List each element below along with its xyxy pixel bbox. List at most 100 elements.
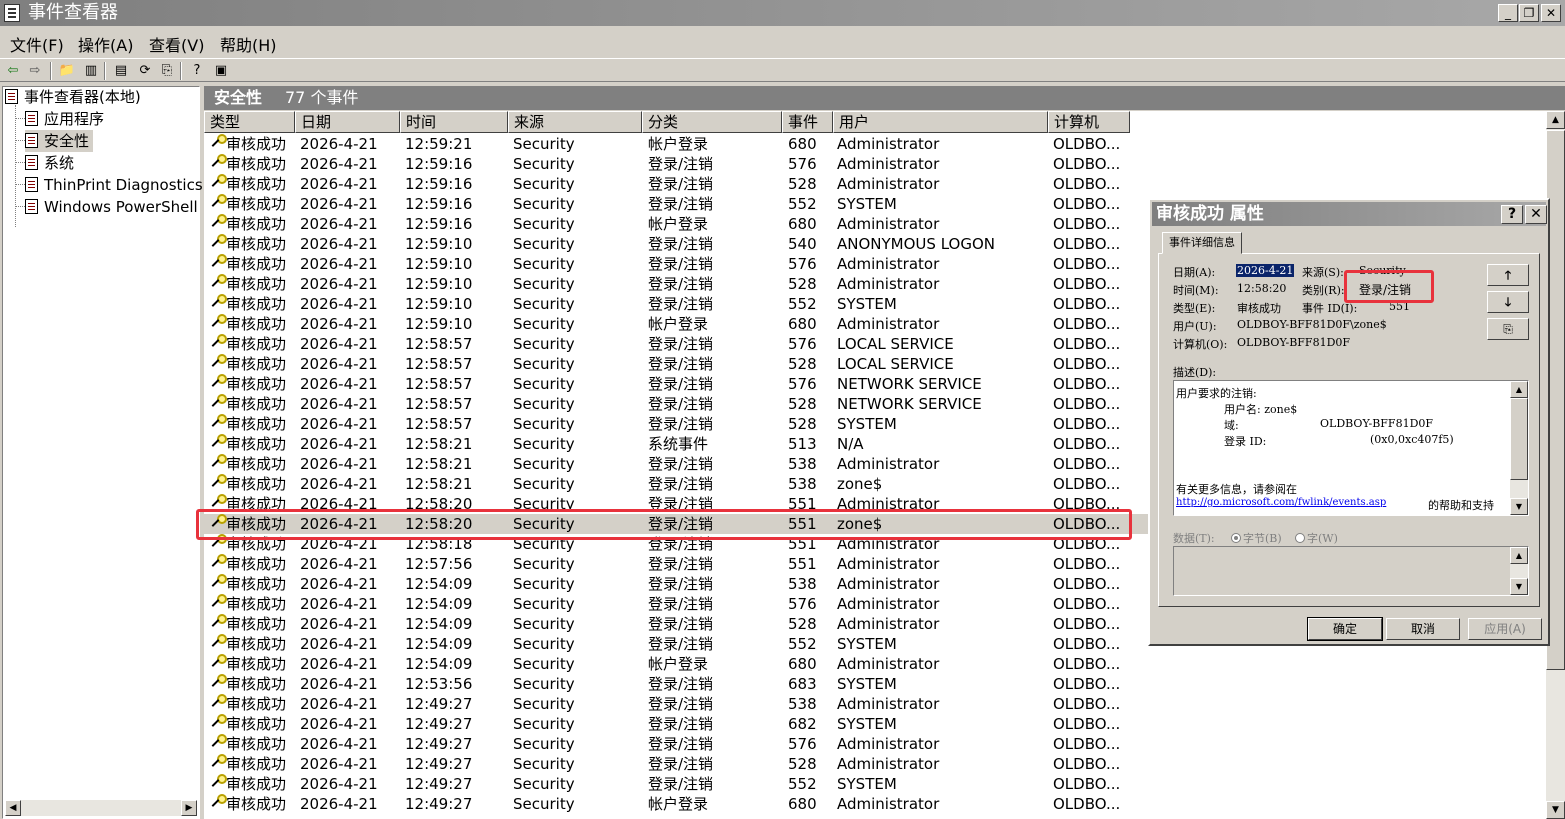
event-row[interactable]: 审核成功 2026-4-21 12:49:27 Security 登录/注销 538 Adm… — [204, 694, 1546, 714]
previous-event-button[interactable]: 🡑 — [1487, 264, 1529, 286]
event-row[interactable]: 审核成功 2026-4-21 12:59:21 Security 帐户登录 680 Admi… — [204, 134, 1546, 154]
scroll-thumb[interactable] — [1510, 398, 1528, 480]
scroll-down-icon[interactable]: ▼ — [1546, 801, 1565, 819]
restore-button[interactable]: ❐ — [1519, 4, 1539, 22]
cell-date: 2026-4-21 — [300, 475, 378, 493]
refresh-icon[interactable]: ⟳ — [136, 62, 154, 80]
cell-computer: OLDBO... — [1053, 535, 1121, 553]
audit-success-key-icon — [210, 414, 227, 428]
scroll-up-icon[interactable]: ▲ — [1510, 381, 1528, 398]
source-value[interactable]: Security — [1359, 264, 1406, 277]
data-box[interactable]: ▲ ▼ — [1173, 546, 1529, 596]
cell-source: Security — [513, 655, 575, 673]
ok-button[interactable]: 确定 — [1307, 617, 1383, 641]
cell-date: 2026-4-21 — [300, 195, 378, 213]
menu-view[interactable]: 查看(V) — [149, 32, 204, 56]
next-event-button[interactable]: 🡓 — [1487, 291, 1529, 313]
cell-time: 12:58:57 — [405, 355, 473, 373]
dialog-close-button[interactable]: ✕ — [1525, 205, 1547, 224]
column-header-computer[interactable]: 计算机 — [1048, 111, 1130, 133]
column-header-time[interactable]: 时间 — [400, 111, 508, 133]
tree-item-thinprint[interactable]: ThinPrint Diagnostics — [25, 174, 203, 196]
tree-horizontal-scrollbar[interactable]: ◀ ▶ — [5, 800, 197, 816]
close-button[interactable]: ✕ — [1541, 4, 1561, 22]
user-value[interactable]: OLDBOY-BFF81D0F\zone$ — [1237, 318, 1387, 331]
pane-header: 安全性 77 个事件 — [204, 86, 1565, 110]
help-icon[interactable]: ? — [188, 62, 206, 80]
console-icon[interactable]: ▣ — [212, 62, 230, 80]
computer-value[interactable]: OLDBOY-BFF81D0F — [1237, 336, 1350, 349]
menu-help[interactable]: 帮助(H) — [220, 32, 277, 56]
cell-type: 审核成功 — [226, 575, 287, 593]
column-header-user[interactable]: 用户 — [833, 111, 1048, 133]
minimize-button[interactable]: _ — [1498, 4, 1518, 22]
cell-date: 2026-4-21 — [300, 615, 378, 633]
cell-computer: OLDBO... — [1053, 555, 1121, 573]
scroll-left-icon[interactable]: ◀ — [5, 800, 21, 816]
event-row[interactable]: 审核成功 2026-4-21 12:59:16 Security 登录/注销 576 Adm… — [204, 154, 1546, 174]
type-value[interactable]: 审核成功 — [1237, 300, 1281, 316]
properties-icon[interactable]: ▤ — [112, 62, 130, 80]
column-header-source[interactable]: 来源 — [508, 111, 642, 133]
tree-item-application[interactable]: 应用程序 — [25, 108, 104, 130]
description-scrollbar[interactable]: ▲ ▼ — [1510, 381, 1528, 515]
tree-item-powershell[interactable]: Windows PowerShell — [25, 196, 198, 218]
copy-event-button[interactable]: ⎘ — [1487, 318, 1529, 340]
cell-user: Administrator — [837, 175, 940, 193]
cell-source: Security — [513, 315, 575, 333]
apply-button[interactable]: 应用(A) — [1468, 618, 1542, 640]
help-link[interactable]: http://go.microsoft.com/fwlink/events.as… — [1176, 497, 1386, 508]
cell-computer: OLDBO... — [1053, 615, 1121, 633]
forward-arrow-icon[interactable]: ⇨ — [26, 62, 44, 80]
event-row[interactable]: 审核成功 2026-4-21 12:49:27 Security 登录/注销 552 SYS… — [204, 774, 1546, 794]
show-hide-tree-icon[interactable]: ▥ — [82, 62, 100, 80]
tab-event-details[interactable]: 事件详细信息 — [1162, 232, 1242, 254]
column-header-category[interactable]: 分类 — [642, 111, 782, 133]
event-row[interactable]: 审核成功 2026-4-21 12:49:27 Security 帐户登录 680 Admi… — [204, 794, 1546, 814]
tree-root[interactable]: 事件查看器(本地) — [5, 86, 141, 108]
cell-event-id: 680 — [788, 135, 817, 153]
cell-date: 2026-4-21 — [300, 555, 378, 573]
cell-computer: OLDBO... — [1053, 595, 1121, 613]
event-row[interactable]: 审核成功 2026-4-21 12:49:27 Security 登录/注销 528 Adm… — [204, 754, 1546, 774]
description-box[interactable]: 用户要求的注销: 用户名: zone$ 域: OLDBOY-BFF81D0F 登… — [1173, 380, 1529, 516]
cell-event-id: 680 — [788, 215, 817, 233]
dialog-help-button[interactable]: ? — [1501, 205, 1523, 224]
cell-user: Administrator — [837, 615, 940, 633]
date-value[interactable]: 2026-4-21 — [1236, 264, 1295, 277]
scroll-down-icon[interactable]: ▼ — [1510, 498, 1528, 515]
menu-action[interactable]: 操作(A) — [78, 32, 133, 56]
cell-user: SYSTEM — [837, 195, 897, 213]
cell-time: 12:49:27 — [405, 715, 473, 733]
scroll-up-icon[interactable]: ▲ — [1510, 547, 1528, 564]
export-list-icon[interactable]: ⎘ — [158, 62, 176, 80]
cancel-button[interactable]: 取消 — [1386, 618, 1460, 640]
tree-item-system[interactable]: 系统 — [25, 152, 74, 174]
scroll-up-icon[interactable]: ▲ — [1546, 111, 1565, 129]
menu-file[interactable]: 文件(F) — [10, 32, 64, 56]
column-header-event[interactable]: 事件 — [782, 111, 833, 133]
time-value[interactable]: 12:58:20 — [1237, 282, 1286, 295]
data-scrollbar[interactable]: ▲ ▼ — [1510, 547, 1528, 595]
up-folder-icon[interactable]: 📁 — [58, 62, 76, 80]
computer-icon — [5, 89, 18, 104]
event-id-value[interactable]: 551 — [1389, 300, 1410, 313]
event-row[interactable]: 审核成功 2026-4-21 12:59:16 Security 登录/注销 528 Adm… — [204, 174, 1546, 194]
event-row[interactable]: 审核成功 2026-4-21 12:49:27 Security 登录/注销 682 SYS… — [204, 714, 1546, 734]
words-radio[interactable]: 字(W) — [1295, 530, 1338, 546]
tree-item-security[interactable]: 安全性 — [25, 130, 94, 152]
column-header-date[interactable]: 日期 — [295, 111, 400, 133]
back-arrow-icon[interactable]: ⇦ — [4, 62, 22, 80]
category-value[interactable]: 登录/注销 — [1359, 281, 1412, 298]
event-row[interactable]: 审核成功 2026-4-21 12:54:09 Security 帐户登录 680 Admi… — [204, 654, 1546, 674]
bytes-radio[interactable]: 字节(B) — [1231, 530, 1282, 546]
cell-time: 12:58:57 — [405, 375, 473, 393]
cell-date: 2026-4-21 — [300, 755, 378, 773]
event-row[interactable]: 审核成功 2026-4-21 12:49:27 Security 登录/注销 576 Adm… — [204, 734, 1546, 754]
cell-category: 登录/注销 — [648, 295, 714, 313]
cell-category: 登录/注销 — [648, 235, 714, 253]
event-row[interactable]: 审核成功 2026-4-21 12:53:56 Security 登录/注销 683 SYS… — [204, 674, 1546, 694]
column-header-type[interactable]: 类型 — [204, 111, 295, 133]
scroll-right-icon[interactable]: ▶ — [181, 800, 197, 816]
scroll-down-icon[interactable]: ▼ — [1510, 578, 1528, 595]
